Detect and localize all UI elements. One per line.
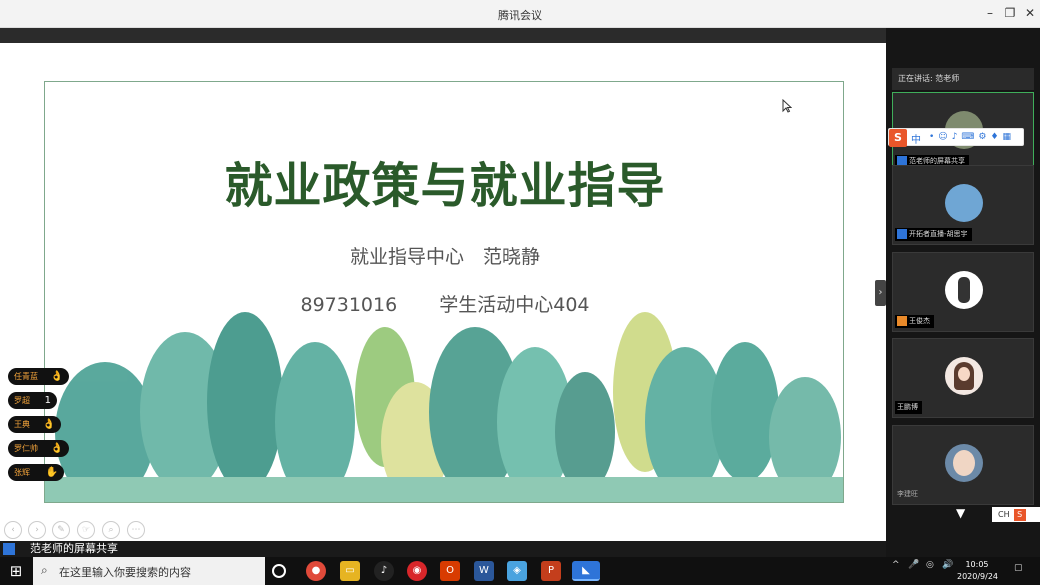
powerpoint-icon[interactable]: P <box>541 561 561 581</box>
search-placeholder: 在这里输入你要搜索的内容 <box>59 566 191 579</box>
share-status-bar: 范老师的屏幕共享 <box>0 541 886 557</box>
file-explorer-icon[interactable]: ▭ <box>340 561 360 581</box>
taskbar-search[interactable]: ⌕ 在这里输入你要搜索的内容 <box>33 557 265 585</box>
reaction-tag: 王典 👌 <box>8 416 61 433</box>
pointer-icon[interactable]: ☞ <box>77 521 95 539</box>
close-button[interactable]: ✕ <box>1022 5 1038 21</box>
slide-title: 就业政策与就业指导 <box>224 158 666 214</box>
scroll-down-icon[interactable]: ▼ <box>956 506 965 520</box>
task-view-icon[interactable] <box>272 564 286 578</box>
mic-icon[interactable]: 🎤 <box>908 560 919 570</box>
mouse-cursor-icon <box>782 99 792 113</box>
avatar <box>945 271 983 309</box>
sogou-logo-icon: S <box>889 129 907 147</box>
netease-music-icon[interactable]: ◉ <box>407 561 427 581</box>
sogou-icon: S <box>1013 508 1026 521</box>
meeting-screen: 腾讯会议 – ❐ ✕ 就业政策与就业指导 就业指导中心 范晓静 89731016… <box>0 0 1040 585</box>
taskbar-clock[interactable]: 10:05 2020/9/24 <box>957 559 998 583</box>
chrome-icon[interactable]: ● <box>306 561 326 581</box>
window-title: 腾讯会议 <box>498 9 542 22</box>
reaction-tag: 任青蓝 👌 <box>8 368 69 385</box>
hand-icon: ✋ <box>45 467 58 478</box>
presentation-slide: 就业政策与就业指导 就业指导中心 范晓静 89731016 学生活动中心404 <box>44 81 844 503</box>
count-icon: 1 <box>44 395 51 406</box>
participant-name: 王鹏博 <box>895 401 922 414</box>
speaking-indicator: 正在讲话: 范老师 <box>892 68 1034 90</box>
participant-card[interactable]: 王俊杰 <box>892 252 1034 332</box>
participant-panel: 正在讲话: 范老师 范老师的屏幕共享 开拓者直播-胡思宇 王俊杰 王鹏博 李建旺 <box>886 28 1040 557</box>
next-icon[interactable]: › <box>28 521 46 539</box>
reaction-tag: 罗仁帅 👌 <box>8 440 69 457</box>
word-icon[interactable]: W <box>474 561 494 581</box>
participant-card[interactable]: 李建旺 <box>892 425 1034 505</box>
ok-hand-icon: 👌 <box>50 443 63 454</box>
search-icon: ⌕ <box>41 563 48 577</box>
person-icon <box>897 316 907 326</box>
pen-icon[interactable]: ✎ <box>52 521 70 539</box>
volume-icon[interactable]: 🔊 <box>942 560 953 570</box>
avatar <box>945 357 983 395</box>
participant-name: 王俊杰 <box>895 315 934 328</box>
avatar <box>945 184 983 222</box>
participant-card[interactable]: 王鹏博 <box>892 338 1034 418</box>
restore-button[interactable]: ❐ <box>1002 5 1018 21</box>
ok-hand-icon: 👌 <box>42 419 55 430</box>
prev-icon[interactable]: ‹ <box>4 521 22 539</box>
ime-toolbar[interactable]: S 中 •☺♪⌨⚙♦▦ <box>888 128 1024 147</box>
language-indicator[interactable]: CH S <box>992 507 1040 522</box>
person-icon <box>3 543 15 555</box>
person-icon <box>897 229 907 239</box>
music-icon[interactable]: ♪ <box>374 561 394 581</box>
minimize-button[interactable]: – <box>982 5 998 21</box>
ime-mode[interactable]: 中 <box>911 131 921 146</box>
reaction-tag: 罗超 1 <box>8 392 57 409</box>
avatar <box>945 444 983 482</box>
ime-tools-icon[interactable]: •☺♪⌨⚙♦▦ <box>929 132 1015 142</box>
watercolor-trees-image <box>45 312 843 502</box>
zoom-icon[interactable]: ⌕ <box>102 521 120 539</box>
tencent-meeting-icon[interactable]: ◣ <box>572 561 600 581</box>
office-icon[interactable]: O <box>440 561 460 581</box>
chevron-up-icon[interactable]: ^ <box>892 560 900 570</box>
share-status: 范老师的屏幕共享 <box>30 542 118 555</box>
toolbar-strip <box>0 28 886 43</box>
participant-card[interactable]: 开拓者直播-胡思宇 <box>892 165 1034 245</box>
slide-subtitle: 就业指导中心 范晓静 <box>349 246 540 268</box>
participant-name: 开拓者直播-胡思宇 <box>895 228 972 241</box>
notification-icon[interactable]: ▢ <box>1014 563 1023 573</box>
windows-start-icon[interactable]: ⊞ <box>0 557 32 585</box>
more-icon[interactable]: ⋯ <box>127 521 145 539</box>
panel-toggle-button[interactable]: › <box>875 280 886 306</box>
reaction-tag: 张辉 ✋ <box>8 464 64 481</box>
ok-hand-icon: 👌 <box>50 371 63 382</box>
participant-name: 李建旺 <box>897 490 918 498</box>
app-icon[interactable]: ◈ <box>507 561 527 581</box>
windows-taskbar: ⊞ ⌕ 在这里输入你要搜索的内容 ● ▭ ♪ ◉ O W ◈ P ◣ ^ 🎤 ◎… <box>0 557 1040 585</box>
network-icon[interactable]: ◎ <box>926 560 934 570</box>
title-bar: 腾讯会议 – ❐ ✕ <box>0 0 1040 28</box>
